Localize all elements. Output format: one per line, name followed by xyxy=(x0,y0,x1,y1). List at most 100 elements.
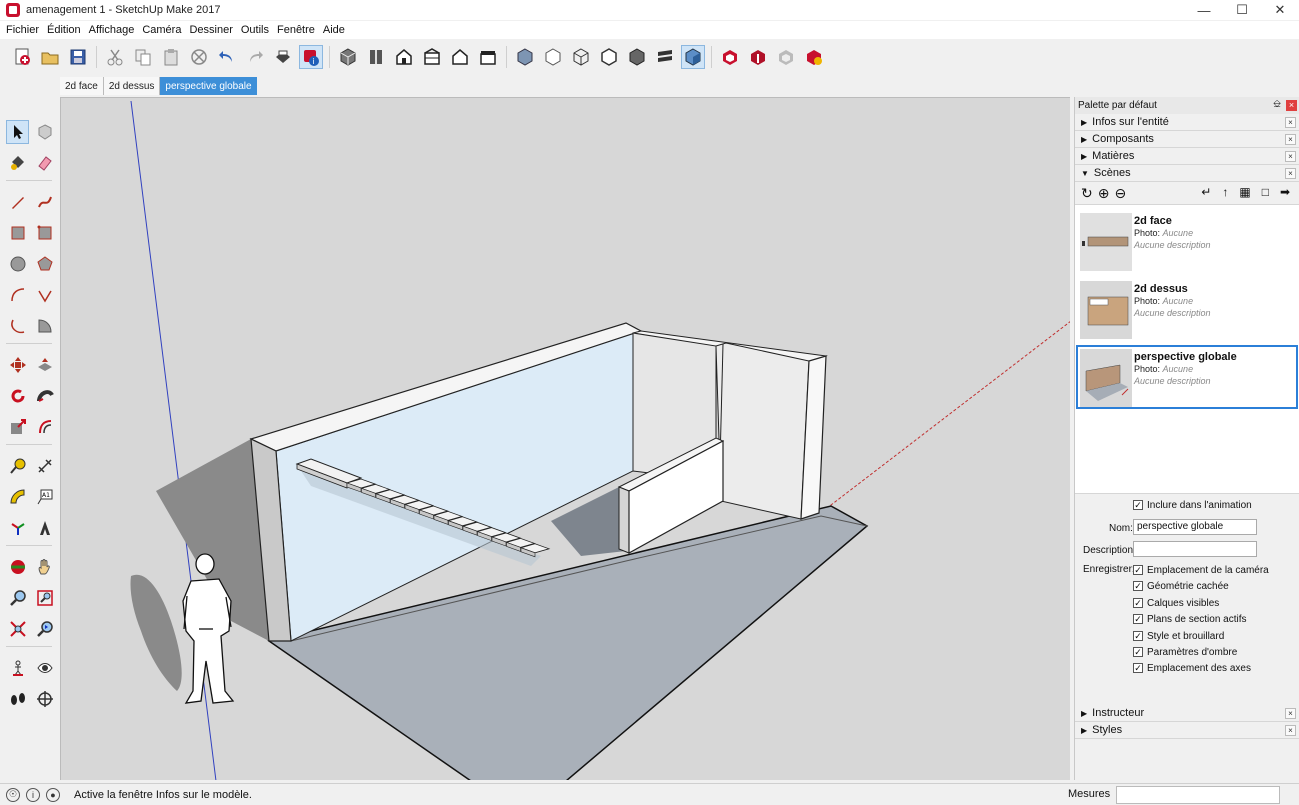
section-close-icon[interactable]: × xyxy=(1285,708,1296,719)
new-file-icon[interactable] xyxy=(10,45,34,69)
scene-tab-2d-dessus[interactable]: 2d dessus xyxy=(103,77,161,95)
open-folder-icon[interactable] xyxy=(38,45,62,69)
menu-dessiner[interactable]: Dessiner xyxy=(185,24,236,36)
save-option-checkbox[interactable]: ✓ xyxy=(1133,631,1143,642)
close-icon[interactable]: ✕ xyxy=(1261,0,1299,20)
refresh-scene-icon[interactable]: ↻ xyxy=(1081,185,1093,202)
remove-scene-icon[interactable]: ⊖ xyxy=(1114,185,1126,202)
warehouse-icon[interactable] xyxy=(718,45,742,69)
right-view-icon[interactable] xyxy=(420,45,444,69)
save-icon[interactable] xyxy=(66,45,90,69)
section-components[interactable]: ▶ Composants × xyxy=(1075,131,1299,148)
view-options-icon[interactable]: ▦ xyxy=(1239,185,1250,199)
section-close-icon[interactable]: × xyxy=(1285,725,1296,736)
share-model-icon[interactable] xyxy=(746,45,770,69)
section-entity-info[interactable]: ▶ Infos sur l'entité × xyxy=(1075,114,1299,131)
select-arrow-icon[interactable] xyxy=(6,119,30,144)
make-component-icon[interactable] xyxy=(33,120,56,144)
section-materials[interactable]: ▶ Matières × xyxy=(1075,148,1299,165)
menu-affichage[interactable]: Affichage xyxy=(85,24,139,36)
measurements-field[interactable] xyxy=(1116,786,1280,804)
circle-icon[interactable] xyxy=(6,252,29,276)
save-option-checkbox[interactable]: ✓ xyxy=(1133,565,1143,576)
shaded-textures-icon[interactable] xyxy=(653,45,677,69)
look-around-icon[interactable] xyxy=(33,656,56,680)
copy-icon[interactable] xyxy=(131,45,155,69)
section-instructor[interactable]: ▶ Instructeur × xyxy=(1075,705,1299,722)
section-scenes[interactable]: ▼ Scènes × xyxy=(1075,165,1299,182)
3d-text-icon[interactable] xyxy=(33,516,56,540)
geo-location-icon[interactable]: ☉ xyxy=(6,787,20,802)
save-option-checkbox[interactable]: ✓ xyxy=(1133,663,1143,674)
show-details-icon[interactable]: □ xyxy=(1262,185,1269,199)
rotated-rectangle-icon[interactable] xyxy=(33,221,56,245)
section-plane-icon[interactable] xyxy=(33,687,56,711)
three-point-arc-icon[interactable] xyxy=(6,314,29,338)
arc-icon[interactable] xyxy=(6,283,29,307)
maximize-icon[interactable]: ☐ xyxy=(1223,0,1261,20)
credits-icon[interactable]: i xyxy=(26,787,40,802)
back-view-icon[interactable] xyxy=(448,45,472,69)
dimension-icon[interactable] xyxy=(33,454,56,478)
scene-name-field[interactable]: perspective globale xyxy=(1133,519,1257,535)
menu-aide[interactable]: Aide xyxy=(319,24,349,36)
pie-icon[interactable] xyxy=(33,314,56,338)
polygon-icon[interactable] xyxy=(33,252,56,276)
scene-item-perspective-globale[interactable]: perspective globale Photo: Aucune Aucune… xyxy=(1076,345,1298,409)
save-option-checkbox[interactable]: ✓ xyxy=(1133,647,1143,658)
section-styles[interactable]: ▶ Styles × xyxy=(1075,722,1299,739)
add-scene-icon[interactable]: ⊕ xyxy=(1098,185,1110,202)
eraser-icon[interactable] xyxy=(33,151,56,175)
xray-icon[interactable] xyxy=(513,45,537,69)
back-edges-icon[interactable] xyxy=(541,45,565,69)
undo-icon[interactable] xyxy=(215,45,239,69)
position-camera-icon[interactable] xyxy=(6,656,29,680)
section-close-icon[interactable]: × xyxy=(1285,151,1296,162)
text-icon[interactable]: A1 xyxy=(33,485,56,509)
left-view-icon[interactable] xyxy=(476,45,500,69)
rectangle-icon[interactable] xyxy=(6,221,29,245)
save-option-checkbox[interactable]: ✓ xyxy=(1133,581,1143,592)
details-menu-icon[interactable]: ➡ xyxy=(1280,185,1290,199)
previous-view-icon[interactable] xyxy=(33,617,56,641)
save-option-checkbox[interactable]: ✓ xyxy=(1133,598,1143,609)
scene-tab-2d-face[interactable]: 2d face xyxy=(60,77,104,95)
zoom-window-icon[interactable] xyxy=(33,586,56,610)
monochrome-icon[interactable] xyxy=(681,45,705,69)
section-close-icon[interactable]: × xyxy=(1285,117,1296,128)
save-option-checkbox[interactable]: ✓ xyxy=(1133,614,1143,625)
zoom-icon[interactable] xyxy=(6,586,29,610)
share-component-icon[interactable] xyxy=(774,45,798,69)
push-pull-icon[interactable] xyxy=(33,353,56,377)
section-close-icon[interactable]: × xyxy=(1285,168,1296,179)
pencil-line-icon[interactable] xyxy=(6,190,29,214)
menu-outils[interactable]: Outils xyxy=(237,24,273,36)
scale-icon[interactable] xyxy=(6,415,29,439)
protractor-icon[interactable] xyxy=(6,485,29,509)
move-icon[interactable] xyxy=(6,353,29,377)
section-close-icon[interactable]: × xyxy=(1285,134,1296,145)
erase-icon[interactable] xyxy=(187,45,211,69)
redo-icon[interactable] xyxy=(243,45,267,69)
orbit-icon[interactable] xyxy=(6,555,29,579)
scene-tab-perspective-globale[interactable]: perspective globale xyxy=(160,77,257,95)
include-animation-checkbox[interactable]: ✓ xyxy=(1133,500,1143,511)
pan-icon[interactable] xyxy=(33,555,56,579)
model-info-icon[interactable]: i xyxy=(299,45,323,69)
front-view-icon[interactable] xyxy=(392,45,416,69)
menu-camera[interactable]: Caméra xyxy=(138,24,185,36)
two-point-arc-icon[interactable] xyxy=(33,283,56,307)
top-view-icon[interactable] xyxy=(364,45,388,69)
pin-icon[interactable]: ⎒ xyxy=(1273,99,1281,110)
drawing-area[interactable] xyxy=(60,97,1070,780)
scene-item-2d-dessus[interactable]: 2d dessus Photo: Aucune Aucune descripti… xyxy=(1076,277,1298,341)
tape-measure-icon[interactable] xyxy=(6,454,29,478)
tray-close-icon[interactable]: × xyxy=(1286,100,1297,111)
rotate-icon[interactable] xyxy=(6,384,29,408)
shaded-icon[interactable] xyxy=(625,45,649,69)
paste-icon[interactable] xyxy=(159,45,183,69)
wireframe-icon[interactable] xyxy=(569,45,593,69)
menu-fichier[interactable]: Fichier xyxy=(2,24,43,36)
menu-edition[interactable]: Édition xyxy=(43,24,85,36)
hidden-line-icon[interactable] xyxy=(597,45,621,69)
